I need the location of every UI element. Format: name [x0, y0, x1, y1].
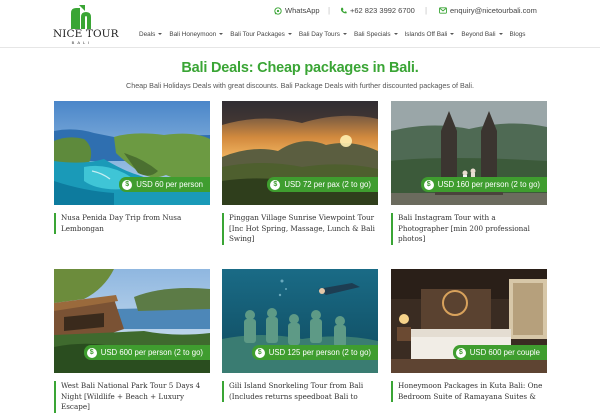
price-badge: $ USD 125 per person (2 to go) [251, 345, 378, 360]
deal-card[interactable]: $ USD 60 per person Nusa Penida Day Trip … [54, 101, 210, 251]
dollar-icon: $ [270, 179, 281, 190]
whatsapp-link[interactable]: WhatsApp [274, 6, 320, 15]
price-text: USD 160 per person (2 to go) [437, 180, 540, 189]
nav-label: Islands Off Bali [404, 30, 448, 38]
divider: | [425, 6, 428, 15]
nav-label: Bali Tour Packages [230, 30, 285, 38]
logo-name: NICE TOUR [53, 28, 119, 40]
dollar-icon: $ [122, 179, 133, 190]
deal-card[interactable]: $ USD 600 per person (2 to go) West Bali … [54, 269, 210, 413]
price-badge: $ USD 600 per person (2 to go) [83, 345, 210, 360]
nav-label: Deals [139, 30, 156, 38]
deal-title[interactable]: West Bali National Park Tour 5 Days 4 Ni… [54, 381, 210, 413]
nav-item-bali-honeymoon[interactable]: Bali Honeymoon [169, 28, 224, 40]
nav-item-deals[interactable]: Deals [139, 28, 163, 40]
logo-sub: BALI [71, 40, 93, 45]
deal-title[interactable]: Pinggan Village Sunrise Viewpoint Tour [… [222, 213, 378, 245]
nav-label: Blogs [509, 30, 526, 38]
price-text: USD 125 per person (2 to go) [268, 348, 371, 357]
price-badge: $ USD 160 per person (2 to go) [420, 177, 547, 192]
phone-number: +62 823 3992 6700 [350, 6, 415, 15]
price-badge: $ USD 72 per pax (2 to go) [267, 177, 378, 192]
nav-item-beyond-bali[interactable]: Beyond Bali [461, 28, 503, 40]
caret-down-icon [158, 33, 163, 35]
deal-title[interactable]: Bali Instagram Tour with a Photographer … [391, 213, 547, 245]
caret-down-icon [393, 33, 398, 35]
page-title: Bali Deals: Cheap packages in Bali. [181, 60, 419, 76]
phone-icon [340, 7, 347, 14]
top-contact-bar: WhatsApp | +62 823 3992 6700 | enquiry@n… [0, 6, 600, 20]
whatsapp-icon [274, 6, 282, 15]
nav-label: Bali Specials [353, 30, 391, 38]
deal-card[interactable]: $ USD 72 per pax (2 to go) Pinggan Villag… [222, 101, 378, 251]
price-text: USD 72 per pax (2 to go) [284, 180, 371, 189]
dollar-icon: $ [423, 179, 434, 190]
price-badge: $ USD 60 per person [119, 177, 210, 192]
site-header: NICE TOUR BALI WhatsApp | +62 823 3992 6… [0, 0, 600, 48]
deal-title[interactable]: Honeymoon Packages in Kuta Bali: One Bed… [391, 381, 547, 402]
divider: | [328, 6, 331, 15]
dollar-icon: $ [86, 347, 97, 358]
dollar-icon: $ [455, 347, 466, 358]
nav-item-islands-off-bali[interactable]: Islands Off Bali [405, 28, 455, 40]
caret-down-icon [342, 33, 347, 35]
phone-link[interactable]: +62 823 3992 6700 [340, 6, 415, 15]
nav-item-bali-tour-packages[interactable]: Bali Tour Packages [230, 28, 292, 40]
deal-title[interactable]: Nusa Penida Day Trip from Nusa Lembongan [54, 213, 210, 234]
caret-down-icon [498, 33, 503, 35]
dollar-icon: $ [254, 347, 265, 358]
price-badge: $ USD 600 per couple [452, 345, 547, 360]
price-text: USD 600 per couple [469, 348, 540, 357]
nav-item-bali-specials[interactable]: Bali Specials [354, 28, 398, 40]
nav-label: Bali Day Tours [298, 30, 340, 38]
caret-down-icon [287, 33, 292, 35]
envelope-icon [439, 7, 447, 14]
page-subtitle: Cheap Bali Holidays Deals with great dis… [126, 81, 474, 90]
nav-label: Bali Honeymoon [169, 30, 217, 38]
main-nav: Deals Bali Honeymoon Bali Tour Packages … [139, 28, 533, 40]
email-address: enquiry@nicetourbali.com [450, 6, 537, 15]
caret-down-icon [219, 33, 224, 35]
deal-card[interactable]: $ USD 125 per person (2 to go) Gili Islan… [222, 269, 378, 402]
deal-card[interactable]: $ USD 160 per person (2 to go) Bali Insta… [391, 101, 547, 251]
deal-title[interactable]: Gili Island Snorkeling Tour from Bali (I… [222, 381, 378, 402]
nav-item-blogs[interactable]: Blogs [510, 28, 526, 40]
nav-label: Beyond Bali [461, 30, 496, 38]
deal-card[interactable]: $ USD 600 per couple Honeymoon Packages i… [391, 269, 547, 402]
whatsapp-label: WhatsApp [285, 6, 320, 15]
price-text: USD 600 per person (2 to go) [100, 348, 203, 357]
price-text: USD 60 per person [136, 180, 203, 189]
nav-item-bali-day-tours[interactable]: Bali Day Tours [299, 28, 347, 40]
caret-down-icon [450, 33, 455, 35]
email-link[interactable]: enquiry@nicetourbali.com [439, 6, 537, 15]
